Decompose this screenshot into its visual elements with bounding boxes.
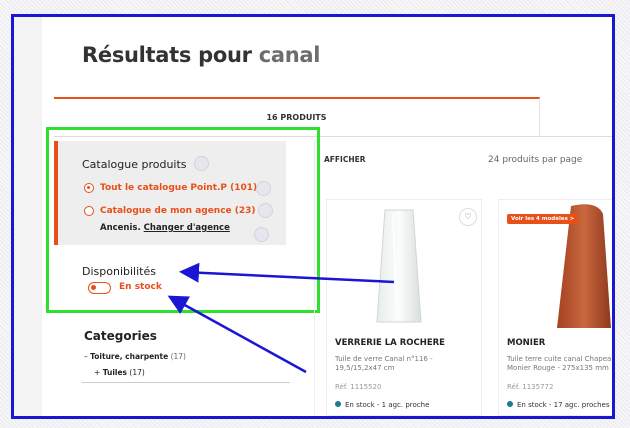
category-count: (17) xyxy=(170,352,186,361)
screenshot-frame: Résultats pour canal 16 PRODUITS Catalog… xyxy=(11,14,615,419)
category-toggle-icon: – xyxy=(84,352,88,361)
category-item[interactable]: + Tuiles (17) xyxy=(94,368,145,377)
category-count: (17) xyxy=(129,368,145,377)
product-availability: En stock - 17 agc. proches xyxy=(507,401,610,409)
divider xyxy=(82,382,290,383)
product-description: Tuile terre cuite canal Chapeau Monier R… xyxy=(507,355,615,372)
category-toggle-icon: + xyxy=(94,368,101,377)
product-availability-label: En stock - 17 agc. proches xyxy=(517,401,610,409)
category-label: Tuiles xyxy=(102,368,128,377)
page-title: Résultats pour canal xyxy=(82,43,320,67)
categories-title: Categories xyxy=(84,329,157,343)
models-badge[interactable]: Voir les 4 modèles > xyxy=(507,214,579,224)
availability-dot-icon xyxy=(507,401,513,407)
page-title-prefix: Résultats pour xyxy=(82,43,252,67)
annotation-highlight-box xyxy=(46,127,320,313)
product-description: Tuile de verre Canal n°116 - 19,5/15,2x4… xyxy=(335,355,433,372)
afficher-label: AFFICHER xyxy=(324,155,366,164)
column-separator xyxy=(314,141,315,416)
availability-dot-icon xyxy=(335,401,341,407)
product-brand: VERRERIE LA ROCHERE xyxy=(335,338,445,348)
product-card[interactable]: ♡ VERRERIE LA ROCHERE Tuile de verre Can… xyxy=(326,199,482,416)
heart-icon[interactable]: ♡ xyxy=(459,208,477,226)
left-gutter xyxy=(14,17,42,416)
page-title-query: canal xyxy=(258,43,321,67)
product-card[interactable]: Voir les 4 modèles > MONIER Tuile terre … xyxy=(498,199,615,416)
tab-produits-label: 16 PRODUITS xyxy=(266,113,327,122)
product-ref: Réf. 1115520 xyxy=(335,383,382,391)
product-availability: En stock - 1 agc. proche xyxy=(335,401,429,409)
category-item[interactable]: – Toiture, charpente (17) xyxy=(84,352,186,361)
product-ref: Réf. 1135772 xyxy=(507,383,554,391)
category-label: Toiture, charpente xyxy=(90,352,169,361)
product-brand: MONIER xyxy=(507,338,546,348)
per-page-select[interactable]: 24 produits par page xyxy=(488,155,582,165)
product-availability-label: En stock - 1 agc. proche xyxy=(345,401,430,409)
